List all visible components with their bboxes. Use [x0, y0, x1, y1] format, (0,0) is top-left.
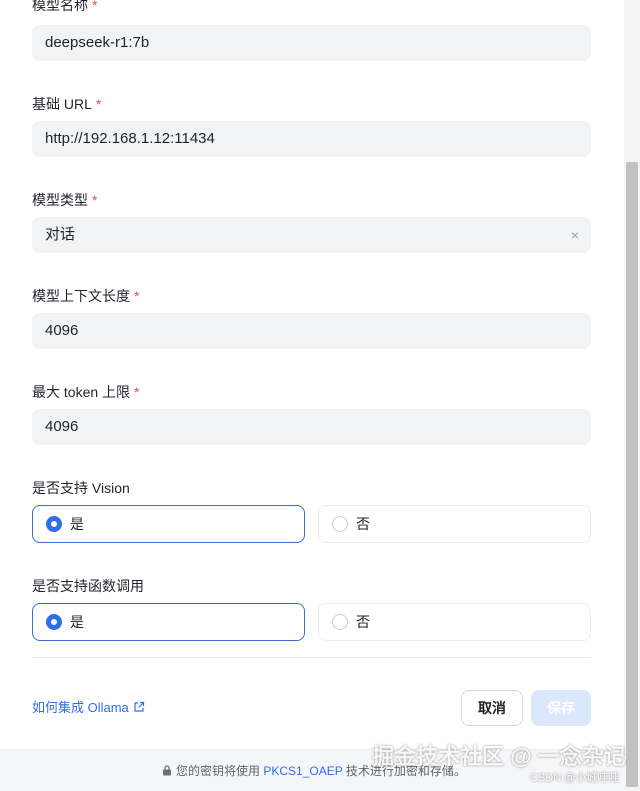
algorithm-name: PKCS1_OAEP [263, 764, 343, 778]
model-type-label: 模型类型 * [32, 192, 98, 208]
model-name-label: 模型名称 * [32, 0, 98, 13]
model-name-input[interactable]: deepseek-r1:7b [32, 25, 591, 61]
lock-icon [163, 765, 171, 776]
save-button[interactable]: 保存 [531, 690, 591, 726]
function-call-no-label: 否 [356, 614, 370, 630]
ollama-help-link[interactable]: 如何集成 Ollama [32, 699, 145, 717]
context-length-label: 模型上下文长度 * [32, 288, 140, 304]
base-url-label: 基础 URL * [32, 96, 102, 112]
radio-checked-icon [46, 614, 62, 630]
cancel-button[interactable]: 取消 [461, 690, 523, 726]
model-config-dialog: 模型名称 * deepseek-r1:7b 基础 URL * http://192.… [0, 0, 624, 791]
watermark: 掘金技术社区 @ 一念杂记 [372, 744, 626, 769]
vision-no-radio[interactable]: 否 [318, 505, 591, 543]
clear-icon[interactable]: × [571, 217, 579, 253]
scrollbar-thumb[interactable] [626, 162, 638, 787]
vision-yes-radio[interactable]: 是 [32, 505, 305, 543]
external-link-icon [134, 701, 144, 712]
vision-no-label: 否 [356, 516, 370, 532]
radio-checked-icon [46, 516, 62, 532]
radio-unchecked-icon [332, 516, 348, 532]
base-url-input[interactable]: http://192.168.1.12:11434 [32, 121, 591, 157]
model-type-select[interactable]: 对话 × [32, 217, 591, 253]
divider [32, 657, 591, 658]
max-tokens-input[interactable]: 4096 [32, 409, 591, 445]
function-call-yes-radio[interactable]: 是 [32, 603, 305, 641]
vision-yes-label: 是 [70, 516, 84, 532]
function-call-label: 是否支持函数调用 [32, 578, 144, 594]
radio-unchecked-icon [332, 614, 348, 630]
function-call-no-radio[interactable]: 否 [318, 603, 591, 641]
function-call-yes-label: 是 [70, 614, 84, 630]
watermark-sub: CSDN @小城哇哇 [530, 772, 620, 784]
vision-label: 是否支持 Vision [32, 480, 130, 496]
context-length-input[interactable]: 4096 [32, 313, 591, 349]
model-type-value: 对话 [45, 226, 76, 243]
max-tokens-label: 最大 token 上限 * [32, 384, 140, 400]
